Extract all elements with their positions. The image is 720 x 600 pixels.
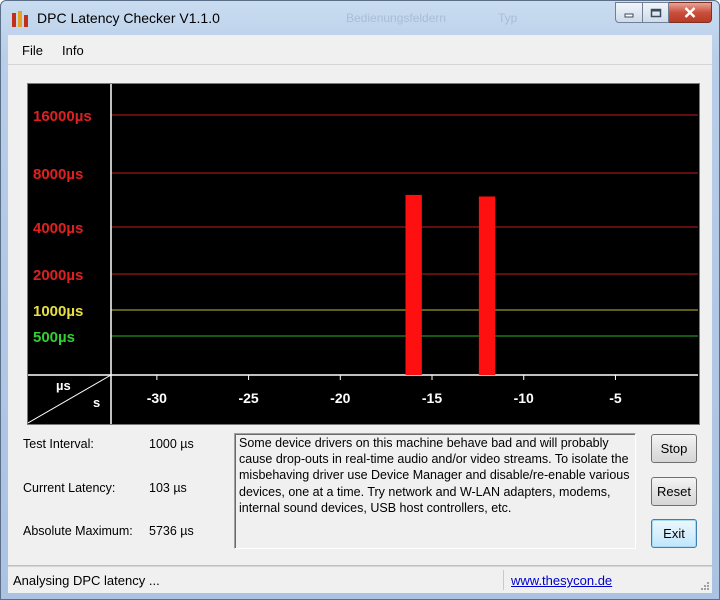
test-interval-label: Test Interval: [23, 437, 94, 451]
status-text: Analysing DPC latency ... [13, 573, 160, 588]
message-panel: Some device drivers on this machine beha… [234, 433, 636, 549]
x-tick-label: -30 [147, 390, 167, 406]
status-divider [503, 570, 504, 590]
test-interval-value: 1000 µs [149, 437, 194, 451]
website-link[interactable]: www.thesycon.de [511, 573, 612, 588]
y-axis-label: 16000µs [33, 108, 92, 125]
menu-info[interactable]: Info [62, 43, 84, 58]
y-unit-label: µs [56, 378, 71, 393]
menu-bar: File Info [8, 35, 712, 65]
x-tick-label: -15 [422, 390, 442, 406]
reset-button[interactable]: Reset [651, 477, 697, 506]
minimize-button[interactable] [615, 2, 643, 23]
message-text: Some device drivers on this machine beha… [239, 436, 630, 515]
resize-grip-icon[interactable] [700, 581, 710, 591]
background-window-title: Bedienungsfeldern [346, 11, 447, 25]
close-icon [684, 7, 696, 18]
y-axis-label: 500µs [33, 329, 75, 346]
maximize-button[interactable] [643, 2, 669, 23]
title-bar[interactable]: DPC Latency Checker V1.1.0 Bedienungsfel… [1, 1, 719, 35]
current-latency-label: Current Latency: [23, 481, 116, 495]
app-window: DPC Latency Checker V1.1.0 Bedienungsfel… [0, 0, 720, 600]
x-tick-label: -5 [609, 390, 622, 406]
y-axis-label: 8000µs [33, 166, 83, 183]
latency-bar [478, 196, 496, 375]
menu-file[interactable]: File [22, 43, 43, 58]
absolute-maximum-label: Absolute Maximum: [23, 524, 133, 538]
exit-button[interactable]: Exit [651, 519, 697, 548]
current-latency-value: 103 µs [149, 481, 187, 495]
minimize-icon [624, 13, 634, 17]
close-button[interactable] [669, 2, 712, 23]
y-axis-label: 4000µs [33, 220, 83, 237]
stop-button[interactable]: Stop [651, 434, 697, 463]
x-tick-label: -20 [330, 390, 350, 406]
app-logo-icon [12, 11, 28, 27]
x-tick-label: -10 [514, 390, 534, 406]
background-window-title: Typ [498, 11, 518, 25]
x-tick-label: -25 [238, 390, 258, 406]
absolute-maximum-value: 5736 µs [149, 524, 194, 538]
latency-chart-svg: 16000µs 8000µs 4000µs 2000µs 1000µs 500µs µs s -… [27, 84, 698, 424]
y-axis-label: 1000µs [33, 303, 83, 320]
main-panel: 16000µs 8000µs 4000µs 2000µs 1000µs 500µs µs s -… [8, 65, 712, 565]
latency-bar [405, 194, 422, 375]
window-title: DPC Latency Checker V1.1.0 [37, 10, 220, 26]
maximize-icon [650, 8, 661, 17]
x-unit-label: s [93, 395, 100, 410]
latency-chart: 16000µs 8000µs 4000µs 2000µs 1000µs 500µs µs s -… [27, 83, 700, 425]
y-axis-label: 2000µs [33, 267, 83, 284]
status-bar: Analysing DPC latency ... www.thesycon.d… [8, 566, 712, 593]
